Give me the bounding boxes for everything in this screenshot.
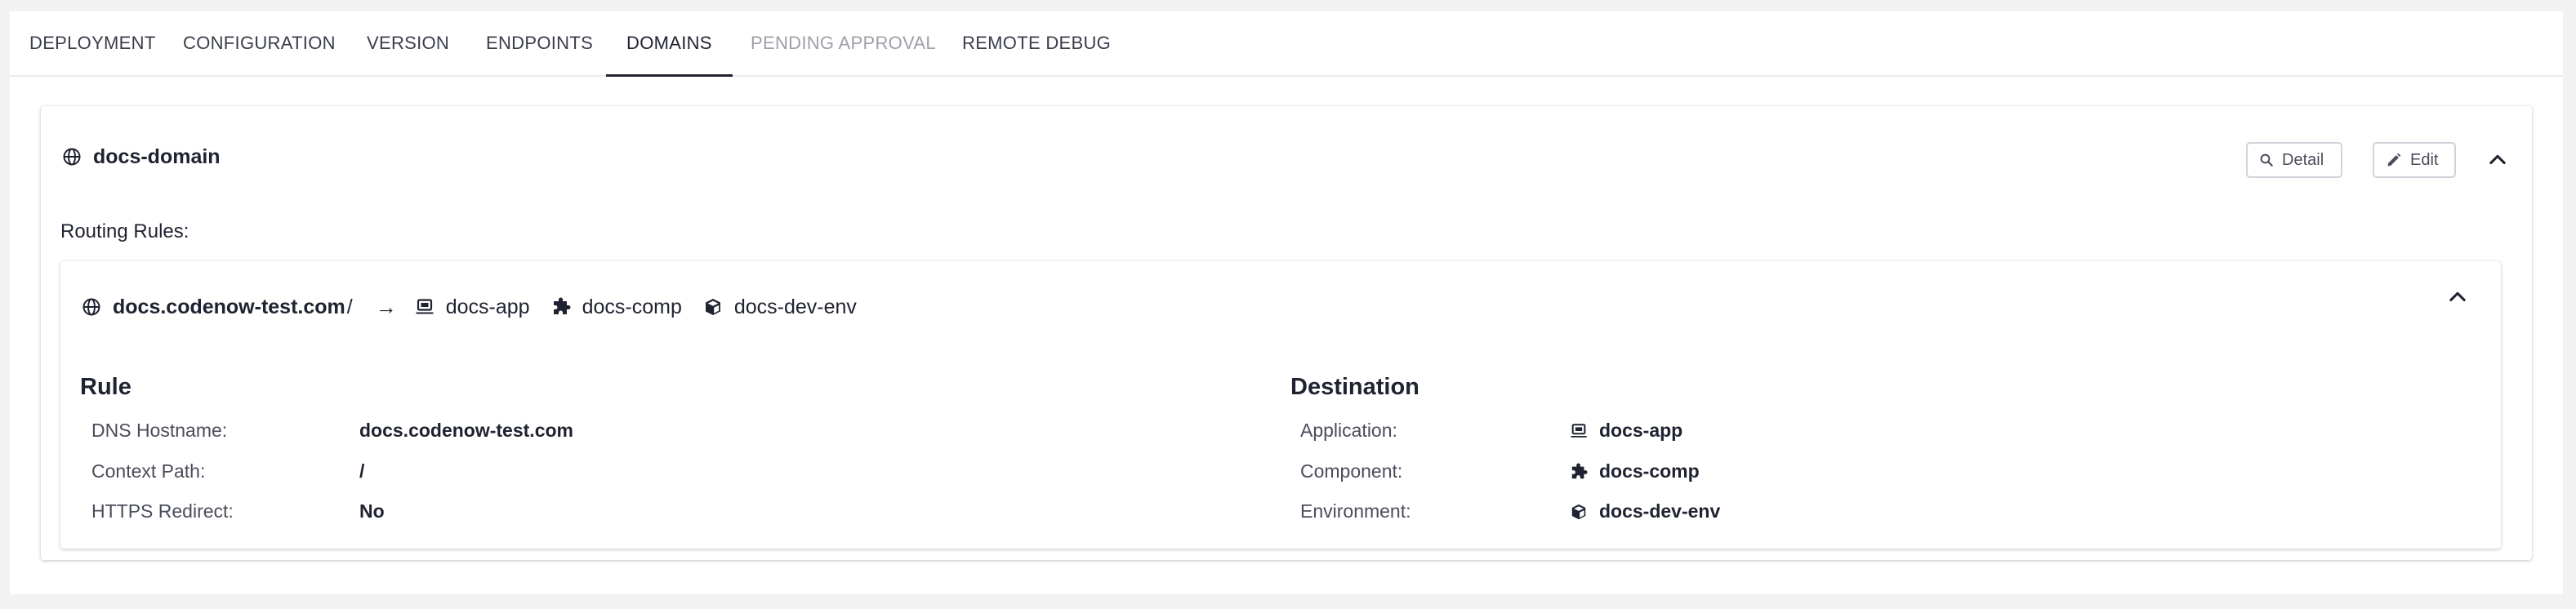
tab-configuration[interactable]: CONFIGURATION <box>183 11 336 75</box>
tab-remote-debug[interactable]: REMOTE DEBUG <box>962 11 1111 75</box>
routing-rules-label: Routing Rules: <box>60 220 189 242</box>
globe-icon <box>82 298 100 316</box>
dns-hostname-label: DNS Hostname: <box>91 420 228 441</box>
pencil-icon <box>2387 153 2401 167</box>
domain-name: docs-domain <box>93 144 221 168</box>
detail-button-label: Detail <box>2282 150 2324 169</box>
page: DEPLOYMENT CONFIGURATION VERSION ENDPOIN… <box>10 11 2563 594</box>
https-redirect-label: HTTPS Redirect: <box>91 500 234 522</box>
routing-rule-card: docs.codenow-test.com / → docs-app docs-… <box>60 261 2501 549</box>
tab-domains[interactable]: DOMAINS <box>606 11 733 77</box>
destination-section-title: Destination <box>1290 374 1419 400</box>
edit-button[interactable]: Edit <box>2373 142 2456 178</box>
chevron-up-icon[interactable] <box>2486 149 2509 171</box>
dns-hostname-value: docs.codenow-test.com <box>359 420 573 441</box>
rule-summary-application: docs-app <box>415 296 530 319</box>
tab-version[interactable]: VERSION <box>367 11 449 75</box>
component-value: docs-comp <box>1570 460 1700 482</box>
context-path-value: / <box>359 460 365 482</box>
rule-summary-host: docs.codenow-test.com <box>113 295 345 318</box>
rule-summary-environment-label: docs-dev-env <box>733 295 857 318</box>
tab-endpoints[interactable]: ENDPOINTS <box>486 11 593 75</box>
arrow-right-icon: → <box>375 294 397 319</box>
chevron-up-icon[interactable] <box>2446 286 2469 309</box>
rule-summary-environment: docs-dev-env <box>703 296 857 319</box>
context-path-label: Context Path: <box>91 460 206 482</box>
component-value-text: docs-comp <box>1599 460 1700 482</box>
rule-summary-component: docs-comp <box>551 296 682 319</box>
environment-value-text: docs-dev-env <box>1599 500 1721 522</box>
globe-icon <box>63 148 81 166</box>
application-value-text: docs-app <box>1599 420 1683 441</box>
puzzle-icon <box>553 297 571 314</box>
cube-icon <box>705 299 720 315</box>
detail-button[interactable]: Detail <box>2246 142 2342 178</box>
rule-section-title: Rule <box>80 374 131 400</box>
rule-summary-component-label: docs-comp <box>582 295 682 318</box>
rule-summary[interactable]: docs.codenow-test.com / → docs-app docs-… <box>82 292 878 322</box>
puzzle-icon <box>1571 462 1588 478</box>
domain-card: docs-domain Detail Edit Routing Rules: d… <box>41 106 2532 560</box>
rule-summary-application-label: docs-app <box>445 295 530 318</box>
laptop-icon <box>1571 423 1587 438</box>
edit-button-label: Edit <box>2410 150 2439 169</box>
domain-header: docs-domain <box>62 140 221 173</box>
search-icon <box>2260 153 2273 167</box>
https-redirect-value: No <box>359 500 385 522</box>
environment-label: Environment: <box>1300 500 1411 522</box>
laptop-icon <box>416 299 434 314</box>
tab-pending-approval: PENDING APPROVAL <box>751 33 936 53</box>
application-value: docs-app <box>1570 420 1682 442</box>
tab-deployment[interactable]: DEPLOYMENT <box>29 11 156 75</box>
tab-bar: DEPLOYMENT CONFIGURATION VERSION ENDPOIN… <box>10 11 2563 77</box>
cube-icon <box>1571 504 1586 519</box>
application-label: Application: <box>1300 420 1397 441</box>
environment-value: docs-dev-env <box>1570 500 1720 522</box>
component-label: Component: <box>1300 460 1403 482</box>
rule-summary-path: / <box>346 295 353 318</box>
